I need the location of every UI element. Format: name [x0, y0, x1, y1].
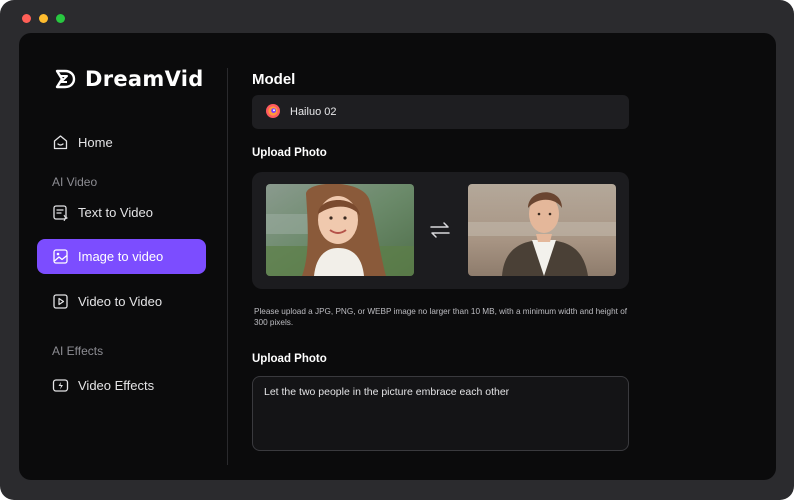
text-to-video-icon	[51, 204, 69, 222]
sidebar-item-text-to-video[interactable]: Text to Video	[37, 195, 206, 230]
app-window: DreamVid Home AI Video Text to Video Ima…	[0, 0, 794, 500]
model-select[interactable]: Hailuo 02	[252, 95, 629, 129]
sidebar-item-label: Video Effects	[78, 378, 155, 393]
hailuo-logo-icon	[265, 103, 281, 122]
swap-arrows-icon[interactable]	[429, 220, 451, 240]
uploaded-photo-man[interactable]	[468, 184, 616, 276]
section-label-ai-effects: AI Effects	[52, 344, 104, 358]
sidebar-item-label: Image to video	[78, 249, 164, 264]
dreamvid-logo-icon	[55, 69, 76, 89]
sidebar-divider	[227, 68, 228, 465]
home-icon	[51, 134, 69, 152]
upload-photo-area[interactable]	[252, 172, 629, 289]
window-controls	[22, 14, 65, 23]
uploaded-photo-woman[interactable]	[266, 184, 414, 276]
close-window-button[interactable]	[22, 14, 31, 23]
sidebar-item-image-to-video[interactable]: Image to video	[37, 239, 206, 274]
minimize-window-button[interactable]	[39, 14, 48, 23]
sidebar-item-home[interactable]: Home	[37, 125, 206, 160]
app-content: DreamVid Home AI Video Text to Video Ima…	[19, 33, 776, 480]
sidebar-item-video-effects[interactable]: Video Effects	[37, 368, 206, 403]
video-icon	[51, 293, 69, 311]
upload-photo-heading: Upload Photo	[252, 147, 327, 159]
brand-logo[interactable]: DreamVid	[53, 67, 204, 91]
upload-requirements-note: Please upload a JPG, PNG, or WEBP image …	[254, 307, 628, 327]
section-label-ai-video: AI Video	[52, 175, 98, 189]
brand-name: DreamVid	[85, 67, 204, 91]
video-effects-icon	[51, 377, 69, 395]
model-heading: Model	[252, 71, 296, 88]
prompt-heading: Upload Photo	[252, 353, 327, 365]
sidebar-item-label: Video to Video	[78, 294, 163, 309]
prompt-textarea[interactable]: Let the two people in the picture embrac…	[252, 376, 629, 451]
maximize-window-button[interactable]	[56, 14, 65, 23]
image-icon	[51, 248, 69, 266]
model-select-value: Hailuo 02	[290, 106, 337, 118]
sidebar-item-video-to-video[interactable]: Video to Video	[37, 284, 206, 319]
sidebar-item-label: Home	[78, 135, 113, 150]
sidebar-item-label: Text to Video	[78, 205, 153, 220]
